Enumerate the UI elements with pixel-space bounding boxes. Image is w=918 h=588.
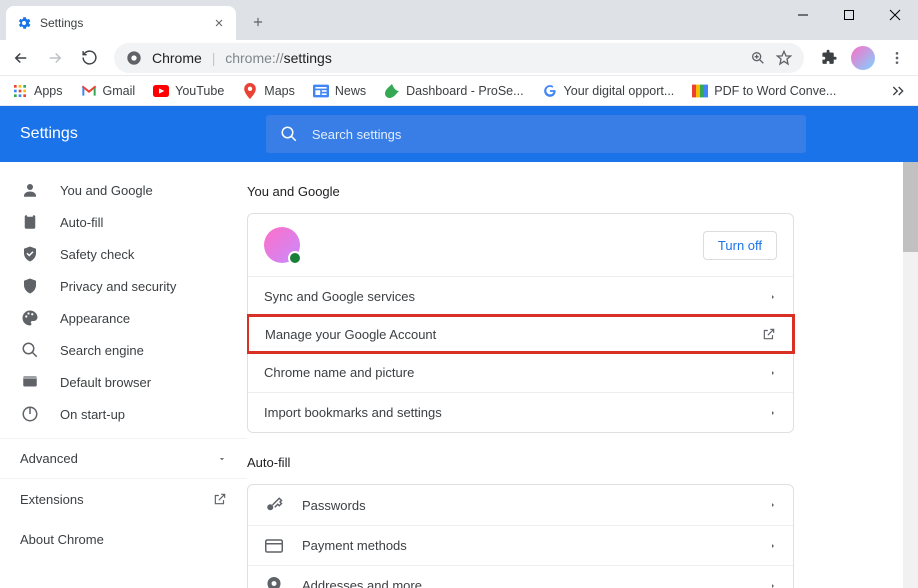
section-you-and-google: You and Google <box>247 184 794 199</box>
sidebar-item-default-browser[interactable]: Default browser <box>0 366 235 398</box>
url-text: Chrome | chrome://settings <box>152 50 740 66</box>
menu-button[interactable] <box>882 43 912 73</box>
shield-check-icon <box>20 245 40 263</box>
credit-card-icon <box>264 539 284 553</box>
bookmarks-bar: Apps Gmail YouTube Maps News Dashboard -… <box>0 76 918 106</box>
sync-badge-icon <box>288 251 302 265</box>
search-icon <box>280 125 298 143</box>
section-autofill: Auto-fill <box>247 455 794 470</box>
google-icon <box>542 83 558 99</box>
apps-icon <box>12 83 28 99</box>
gear-icon <box>16 15 32 31</box>
apps-bookmark[interactable]: Apps <box>12 83 63 99</box>
youtube-icon <box>153 83 169 99</box>
bookmark-star-icon[interactable] <box>776 50 792 66</box>
profile-row: Turn off <box>248 214 793 276</box>
news-bookmark[interactable]: News <box>313 83 366 99</box>
bookmarks-overflow-button[interactable] <box>890 83 906 99</box>
youtube-bookmark[interactable]: YouTube <box>153 83 224 99</box>
leaf-icon <box>384 83 400 99</box>
profile-avatar <box>264 227 300 263</box>
key-icon <box>264 496 284 514</box>
scrollbar-thumb[interactable] <box>903 162 918 252</box>
pdf-bookmark[interactable]: PDF to Word Conve... <box>692 83 836 99</box>
tab-title: Settings <box>40 16 212 30</box>
close-window-button[interactable] <box>872 0 918 30</box>
chrome-icon <box>126 50 142 66</box>
maximize-button[interactable] <box>826 0 872 30</box>
row-sync-services[interactable]: Sync and Google services <box>248 276 793 316</box>
autofill-card: Passwords Payment methods Addresses and … <box>247 484 794 588</box>
chevron-right-icon <box>769 408 777 418</box>
search-settings-box[interactable] <box>266 115 806 153</box>
sidebar-about-chrome[interactable]: About Chrome <box>0 519 247 559</box>
settings-header: Settings <box>0 106 918 162</box>
row-passwords[interactable]: Passwords <box>248 485 793 525</box>
browser-toolbar: Chrome | chrome://settings <box>0 40 918 76</box>
chevron-right-icon <box>769 581 777 588</box>
sidebar-item-autofill[interactable]: Auto-fill <box>0 206 235 238</box>
search-settings-input[interactable] <box>312 127 792 142</box>
reload-button[interactable] <box>74 43 104 73</box>
person-icon <box>20 181 40 199</box>
sidebar-item-safety-check[interactable]: Safety check <box>0 238 235 270</box>
row-payment-methods[interactable]: Payment methods <box>248 525 793 565</box>
address-bar[interactable]: Chrome | chrome://settings <box>114 43 804 73</box>
window-titlebar: Settings <box>0 0 918 40</box>
digital-bookmark[interactable]: Your digital opport... <box>542 83 675 99</box>
extensions-button[interactable] <box>814 43 844 73</box>
chevron-down-icon <box>217 454 227 464</box>
clipboard-icon <box>20 213 40 231</box>
maps-bookmark[interactable]: Maps <box>242 83 295 99</box>
page-title: Settings <box>20 125 78 143</box>
sidebar-advanced-toggle[interactable]: Advanced <box>0 438 247 478</box>
rainbow-icon <box>692 83 708 99</box>
sidebar-item-you-and-google[interactable]: You and Google <box>0 174 235 206</box>
row-chrome-name-picture[interactable]: Chrome name and picture <box>248 352 793 392</box>
sidebar-extensions[interactable]: Extensions <box>0 479 247 519</box>
settings-main: You and Google Auto-fill Safety check Pr… <box>0 162 918 588</box>
you-and-google-card: Turn off Sync and Google services Manage… <box>247 213 794 433</box>
search-icon <box>20 341 40 359</box>
settings-sidebar: You and Google Auto-fill Safety check Pr… <box>0 162 247 588</box>
forward-button[interactable] <box>40 43 70 73</box>
gmail-icon <box>81 83 97 99</box>
profile-avatar-button[interactable] <box>848 43 878 73</box>
location-icon <box>264 577 284 588</box>
external-link-icon <box>213 492 227 506</box>
chevron-right-icon <box>769 500 777 510</box>
chevron-right-icon <box>769 541 777 551</box>
new-tab-button[interactable] <box>244 8 272 36</box>
power-icon <box>20 405 40 423</box>
row-manage-google-account[interactable]: Manage your Google Account <box>247 314 795 354</box>
turn-off-button[interactable]: Turn off <box>703 231 777 260</box>
sidebar-item-search-engine[interactable]: Search engine <box>0 334 235 366</box>
scrollbar[interactable] <box>903 162 918 588</box>
external-link-icon <box>762 327 776 341</box>
news-icon <box>313 83 329 99</box>
chevron-right-icon <box>769 368 777 378</box>
browser-icon <box>20 373 40 391</box>
dashboard-bookmark[interactable]: Dashboard - ProSe... <box>384 83 523 99</box>
window-controls <box>780 0 918 30</box>
settings-content: You and Google Turn off Sync and Google … <box>247 162 918 588</box>
palette-icon <box>20 309 40 327</box>
minimize-button[interactable] <box>780 0 826 30</box>
row-addresses[interactable]: Addresses and more <box>248 565 793 588</box>
sidebar-item-appearance[interactable]: Appearance <box>0 302 235 334</box>
maps-icon <box>242 83 258 99</box>
sidebar-item-startup[interactable]: On start-up <box>0 398 235 430</box>
row-import-bookmarks[interactable]: Import bookmarks and settings <box>248 392 793 432</box>
zoom-icon[interactable] <box>750 50 766 66</box>
shield-icon <box>20 277 40 295</box>
chevron-right-icon <box>769 292 777 302</box>
sidebar-item-privacy[interactable]: Privacy and security <box>0 270 235 302</box>
close-tab-button[interactable] <box>212 16 226 30</box>
back-button[interactable] <box>6 43 36 73</box>
gmail-bookmark[interactable]: Gmail <box>81 83 136 99</box>
browser-tab[interactable]: Settings <box>6 6 236 40</box>
